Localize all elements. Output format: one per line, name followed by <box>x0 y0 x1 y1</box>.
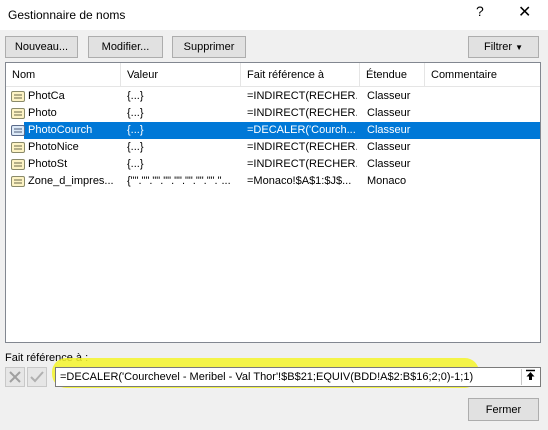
column-header-scope[interactable]: Étendue <box>360 63 425 87</box>
row-value: {...} <box>127 158 144 170</box>
named-range-icon <box>11 159 25 170</box>
refers-to-field[interactable] <box>55 367 541 387</box>
row-value: {"".""."".""."".""."".""."... <box>127 175 231 187</box>
close-button[interactable]: Fermer <box>468 398 539 421</box>
check-icon <box>30 371 44 383</box>
row-value: {...} <box>127 141 144 153</box>
row-name: PhotCa <box>28 90 65 102</box>
list-item-zone-d-impression[interactable]: Zone_d_impres... {""."".""."".""."".""."… <box>6 173 540 190</box>
column-header-name[interactable]: Nom <box>6 63 121 87</box>
row-name: PhotoNice <box>28 141 79 153</box>
column-header-refers-to[interactable]: Fait référence à <box>241 63 360 87</box>
row-value: {...} <box>127 124 144 136</box>
named-range-icon <box>11 108 25 119</box>
chevron-down-icon: ▼ <box>515 43 524 52</box>
list-item-photo[interactable]: Photo {...} =INDIRECT(RECHER... Classeur <box>6 105 540 122</box>
row-name: Photo <box>28 107 57 119</box>
row-name: Zone_d_impres... <box>28 175 114 187</box>
named-range-icon <box>11 142 25 153</box>
dialog-title: Gestionnaire de noms <box>8 8 126 22</box>
filter-button-label: Filtrer <box>483 41 513 53</box>
row-refers-to: =DECALER('Courch... <box>247 124 356 136</box>
row-refers-to: =INDIRECT(RECHER... <box>247 158 357 170</box>
confirm-edit-button[interactable] <box>27 367 47 387</box>
row-value: {...} <box>127 90 144 102</box>
row-name: PhotoCourch <box>28 124 93 136</box>
name-manager-dialog: Gestionnaire de noms ? ✕ Nouveau... Modi… <box>0 0 548 430</box>
close-icon[interactable]: ✕ <box>518 2 531 22</box>
row-scope: Classeur <box>367 90 411 102</box>
refers-to-input[interactable] <box>58 369 516 385</box>
column-header-value[interactable]: Valeur <box>121 63 241 87</box>
column-header-comment[interactable]: Commentaire <box>425 63 540 87</box>
row-refers-to: =Monaco!$A$1:$J$... <box>247 175 352 187</box>
list-item-photonice[interactable]: PhotoNice {...} =INDIRECT(RECHER... Clas… <box>6 139 540 156</box>
row-refers-to: =INDIRECT(RECHER... <box>247 141 357 153</box>
cancel-icon <box>9 371 21 383</box>
row-refers-to: =INDIRECT(RECHER... <box>247 90 357 102</box>
edit-button[interactable]: Modifier... <box>88 36 163 58</box>
filter-button[interactable]: Filtrer ▼ <box>468 36 539 58</box>
refers-to-bar <box>5 367 541 387</box>
row-value: {...} <box>127 107 144 119</box>
collapse-dialog-button[interactable] <box>521 369 539 385</box>
row-scope: Monaco <box>367 175 407 187</box>
row-scope: Classeur <box>367 124 411 136</box>
cancel-edit-button[interactable] <box>5 367 25 387</box>
title-bar: Gestionnaire de noms ? ✕ <box>0 0 548 30</box>
list-header: Nom Valeur Fait référence à Étendue Comm… <box>6 63 540 87</box>
list-item-photocourch[interactable]: PhotoCourch {...} =DECALER('Courch... Cl… <box>6 122 540 139</box>
row-scope: Classeur <box>367 158 411 170</box>
row-scope: Classeur <box>367 141 411 153</box>
named-range-icon <box>11 91 25 102</box>
row-scope: Classeur <box>367 107 411 119</box>
named-range-icon <box>11 176 25 187</box>
collapse-arrow-icon <box>526 369 535 380</box>
row-refers-to: =INDIRECT(RECHER... <box>247 107 357 119</box>
named-range-icon <box>11 125 25 136</box>
list-item-photost[interactable]: PhotoSt {...} =INDIRECT(RECHER... Classe… <box>6 156 540 173</box>
delete-button[interactable]: Supprimer <box>172 36 246 58</box>
help-icon[interactable]: ? <box>476 3 484 19</box>
list-item-photca[interactable]: PhotCa {...} =INDIRECT(RECHER... Classeu… <box>6 88 540 105</box>
new-button[interactable]: Nouveau... <box>5 36 78 58</box>
names-list[interactable]: Nom Valeur Fait référence à Étendue Comm… <box>5 62 541 343</box>
row-name: PhotoSt <box>28 158 68 170</box>
